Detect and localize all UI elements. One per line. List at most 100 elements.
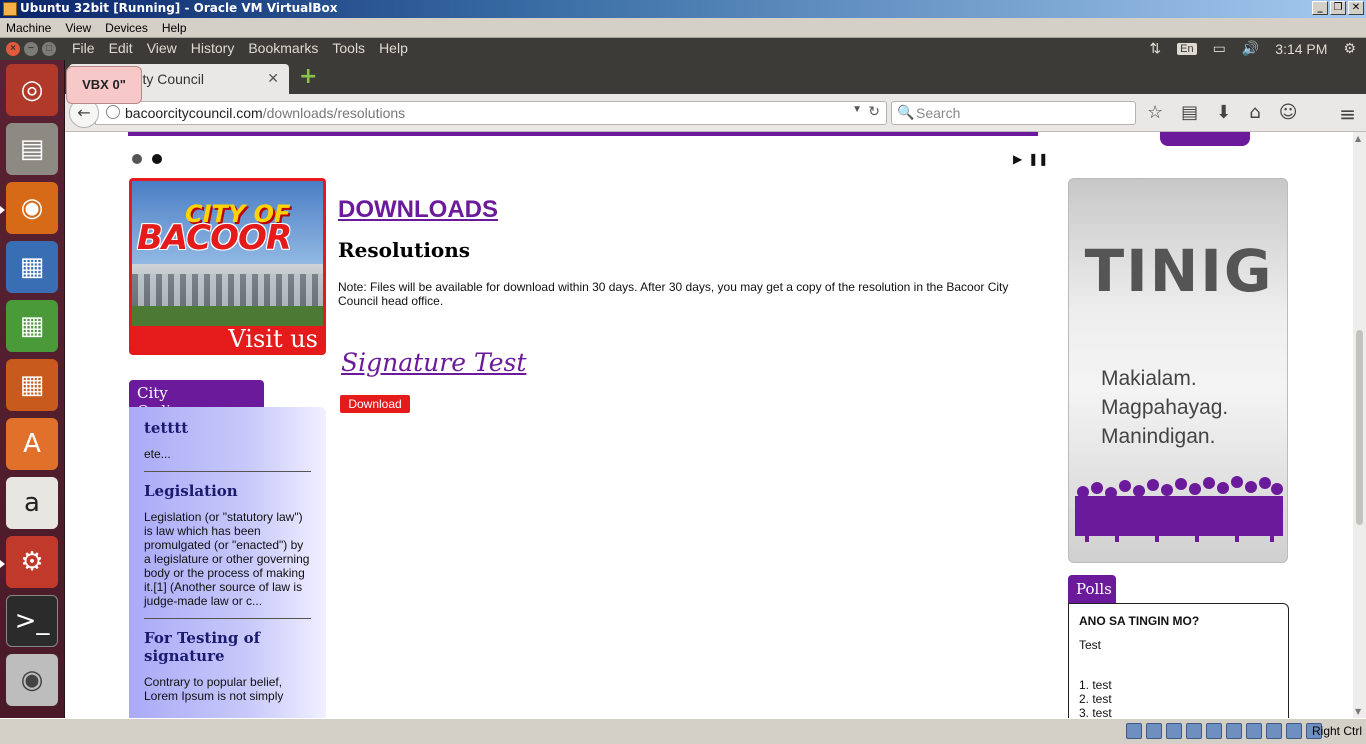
banner-trees	[132, 306, 323, 326]
globe-icon	[106, 105, 120, 119]
usb-status-icon[interactable]	[1206, 723, 1222, 739]
ubuntu-top-panel: × − □ File Edit View History Bookmarks T…	[0, 38, 1366, 60]
mouse-integration-icon[interactable]	[1286, 723, 1302, 739]
firefox-menu-history[interactable]: History	[191, 40, 235, 56]
bookmark-star-icon[interactable]: ☆	[1147, 102, 1163, 123]
virtualbox-logo-icon	[3, 2, 17, 16]
firefox-menu-help[interactable]: Help	[379, 40, 408, 56]
vbox-menu-view[interactable]: View	[65, 21, 91, 35]
list-item: tetttt ete...	[144, 419, 311, 472]
libreoffice-writer-icon[interactable]: ▦	[6, 241, 58, 293]
ordinance-excerpt: ete...	[144, 447, 171, 461]
url-dropdown-icon[interactable]: ▼	[852, 104, 862, 115]
window-maximize-icon[interactable]: □	[42, 42, 56, 56]
url-text[interactable]: bacoorcitycouncil.com/downloads/resoluti…	[125, 105, 405, 121]
signature-test-link[interactable]: Signature Test	[341, 348, 526, 377]
audio-status-icon[interactable]	[1166, 723, 1182, 739]
amazon-icon[interactable]: a	[6, 477, 58, 529]
window-minimize-icon[interactable]: −	[24, 42, 38, 56]
city-ordinances-panel: tetttt ete... Legislation Legislation (o…	[129, 407, 326, 718]
downloads-icon[interactable]: ⬇	[1216, 102, 1231, 123]
page-viewport: ▶ ❚❚ CITY OF BACOOR Visit us City Ordina…	[65, 132, 1353, 718]
search-input[interactable]: 🔍 Search	[891, 101, 1136, 125]
vbox-menu-devices[interactable]: Devices	[105, 21, 148, 35]
network-transfer-icon[interactable]: ⇅	[1149, 40, 1161, 57]
polls-tab[interactable]: Polls	[1068, 575, 1116, 603]
vbox-menu-machine[interactable]: Machine	[6, 21, 51, 35]
ordinance-excerpt: Legislation (or "statutory law") is law …	[144, 510, 310, 608]
libreoffice-impress-icon[interactable]: ▦	[6, 359, 58, 411]
shared-folders-status-icon[interactable]	[1226, 723, 1242, 739]
reading-list-icon[interactable]: ▤	[1181, 102, 1198, 123]
keyboard-layout-indicator[interactable]: En	[1177, 42, 1197, 55]
firefox-menu-view[interactable]: View	[147, 40, 177, 56]
slider-dot-1[interactable]	[132, 154, 142, 164]
header-tab-pill[interactable]	[1160, 132, 1250, 146]
pause-icon[interactable]: ❚❚	[1028, 152, 1048, 166]
dvd-drive-icon[interactable]: ◉	[6, 654, 58, 706]
minimize-icon[interactable]: _	[1312, 1, 1328, 15]
ordinance-title[interactable]: Legislation	[144, 482, 311, 500]
virtualbox-menu-bar: Machine View Devices Help	[0, 18, 1366, 38]
software-center-icon[interactable]: A	[6, 418, 58, 470]
optical-drive-status-icon[interactable]	[1146, 723, 1162, 739]
scroll-down-icon[interactable]: ▼	[1355, 707, 1361, 716]
page-scrollbar[interactable]: ▲ ▼	[1353, 132, 1366, 718]
system-gear-icon[interactable]: ⚙	[1343, 40, 1356, 57]
url-bar[interactable]: bacoorcitycouncil.com/downloads/resoluti…	[95, 101, 887, 125]
hard-disk-status-icon[interactable]	[1126, 723, 1142, 739]
home-icon[interactable]: ⌂	[1249, 102, 1260, 123]
chat-icon[interactable]: ☺	[1279, 102, 1298, 123]
clock[interactable]: 3:14 PM	[1275, 41, 1327, 57]
network-status-icon[interactable]	[1186, 723, 1202, 739]
libreoffice-calc-icon[interactable]: ▦	[6, 300, 58, 352]
display-status-icon[interactable]	[1246, 723, 1262, 739]
terminal-icon[interactable]: >_	[6, 595, 58, 647]
window-close-icon[interactable]: ×	[6, 42, 20, 56]
firefox-menu-edit[interactable]: Edit	[109, 40, 133, 56]
download-note: Note: Files will be available for downlo…	[338, 280, 1009, 308]
play-icon[interactable]: ▶	[1013, 152, 1022, 166]
ordinance-title[interactable]: For Testing of signature	[144, 629, 311, 665]
close-icon[interactable]: ✕	[1348, 1, 1364, 15]
reload-icon[interactable]: ↻	[868, 103, 880, 120]
vbox-menu-help[interactable]: Help	[162, 21, 187, 35]
active-app-indicator	[0, 206, 5, 214]
battery-icon[interactable]: ▭	[1213, 40, 1226, 57]
tab-close-icon[interactable]: ✕	[267, 70, 279, 87]
tinig-advert[interactable]: TINIG Makialam. Magpahayag. Manindigan.	[1068, 178, 1288, 563]
firefox-menu-tools[interactable]: Tools	[332, 40, 365, 56]
ubuntu-dash-icon[interactable]: ◎	[6, 64, 58, 116]
crowd-silhouette-icon	[1075, 476, 1283, 542]
city-ordinances-tab[interactable]: City Ordinances	[129, 380, 264, 420]
poll-option[interactable]: 2. test	[1079, 692, 1278, 706]
banner-visit-text: Visit us	[228, 325, 318, 353]
scroll-up-icon[interactable]: ▲	[1355, 134, 1361, 143]
download-button[interactable]: Download	[340, 395, 410, 413]
url-domain: bacoorcitycouncil.com	[125, 105, 263, 121]
firefox-menu-file[interactable]: File	[72, 40, 95, 56]
poll-option[interactable]: 3. test	[1079, 706, 1278, 718]
scrollbar-thumb[interactable]	[1356, 330, 1363, 525]
files-icon[interactable]: ▤	[6, 123, 58, 175]
restore-icon[interactable]: ❐	[1330, 1, 1346, 15]
menu-hamburger-icon[interactable]: ≡	[1339, 102, 1356, 126]
new-tab-icon[interactable]: +	[299, 66, 317, 88]
slider-controls: ▶ ❚❚	[1013, 152, 1048, 166]
browser-nav-bar: bacoorcitycouncil.com/downloads/resoluti…	[65, 94, 1366, 132]
search-icon: 🔍	[897, 104, 915, 120]
firefox-icon[interactable]: ◉	[6, 182, 58, 234]
downloads-heading[interactable]: DOWNLOADS	[338, 196, 498, 224]
video-capture-status-icon[interactable]	[1266, 723, 1282, 739]
slider-dot-2[interactable]	[152, 154, 162, 164]
virtualbox-window-title: Ubuntu 32bit [Running] - Oracle VM Virtu…	[20, 1, 338, 15]
poll-option[interactable]: 1. test	[1079, 678, 1278, 692]
search-placeholder: Search	[916, 105, 961, 121]
volume-icon[interactable]: 🔊	[1242, 40, 1259, 57]
ordinance-title[interactable]: tetttt	[144, 419, 311, 437]
city-of-bacoor-banner[interactable]: CITY OF BACOOR Visit us	[129, 178, 326, 355]
firefox-menu-bookmarks[interactable]: Bookmarks	[248, 40, 318, 56]
unity-launcher: ◎ ▤ ◉ ▦ ▦ ▦ A a ⚙ >_ ◉	[0, 60, 65, 718]
virtualbox-status-bar: Right Ctrl	[0, 718, 1366, 744]
system-settings-icon[interactable]: ⚙	[6, 536, 58, 588]
